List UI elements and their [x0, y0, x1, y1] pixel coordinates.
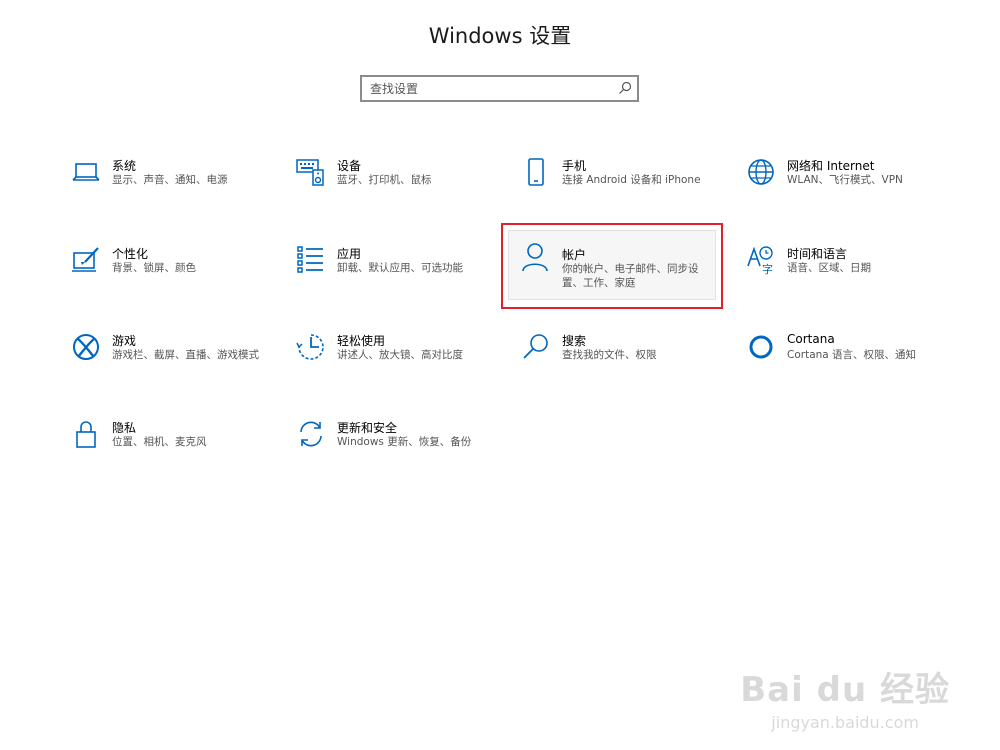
search-input[interactable] — [362, 77, 610, 100]
tile-desc: 连接 Android 设备和 iPhone — [562, 174, 701, 186]
paint-brush-icon — [72, 247, 99, 272]
tile-ease-of-access[interactable]: 轻松使用 讲述人、放大镜、高对比度 — [285, 327, 505, 397]
tile-apps[interactable]: 应用 卸载、默认应用、可选功能 — [285, 240, 505, 310]
tile-name: Cortana — [787, 332, 835, 346]
watermark-url: jingyan.baidu.com — [771, 713, 919, 732]
tile-desc: 讲述人、放大镜、高对比度 — [337, 349, 463, 361]
tile-gaming[interactable]: 游戏 游戏栏、截屏、直播、游戏模式 — [60, 327, 280, 397]
tile-name: 轻松使用 — [337, 334, 386, 348]
tile-name: 个性化 — [112, 247, 149, 261]
tile-update-security[interactable]: 更新和安全 Windows 更新、恢复、备份 — [285, 414, 505, 484]
lock-icon — [76, 421, 96, 448]
tile-name: 游戏 — [112, 334, 137, 348]
search-icon[interactable] — [617, 80, 633, 96]
tile-network[interactable]: 网络和 Internet WLAN、飞行模式、VPN — [735, 152, 955, 222]
tile-name: 时间和语言 — [787, 247, 848, 261]
tile-time-language[interactable]: 字 时间和语言 语音、区域、日期 — [735, 240, 955, 310]
svg-text:字: 字 — [762, 262, 773, 276]
tile-name: 帐户 — [562, 248, 587, 262]
tile-desc: 背景、锁屏、颜色 — [112, 262, 196, 274]
tile-phone[interactable]: 手机 连接 Android 设备和 iPhone — [510, 152, 730, 222]
xbox-icon — [73, 334, 99, 360]
tile-privacy[interactable]: 隐私 位置、相机、麦克风 — [60, 414, 280, 484]
tile-name: 搜索 — [562, 334, 587, 348]
time-language-icon: 字 — [747, 246, 773, 276]
tile-desc: WLAN、飞行模式、VPN — [787, 174, 903, 186]
tile-desc: 卸载、默认应用、可选功能 — [337, 262, 463, 274]
phone-icon — [528, 158, 544, 186]
tile-name: 更新和安全 — [337, 421, 398, 435]
cortana-ring-icon — [749, 335, 773, 359]
watermark: Bai du 经验 jingyan.baidu.com — [740, 662, 950, 732]
tile-desc: 游戏栏、截屏、直播、游戏模式 — [112, 349, 259, 361]
tile-system[interactable]: 系统 显示、声音、通知、电源 — [60, 152, 280, 222]
tile-desc: 蓝牙、打印机、鼠标 — [337, 174, 432, 186]
tile-name: 设备 — [337, 159, 362, 173]
page-title: Windows 设置 — [428, 24, 572, 48]
watermark-logo: Bai du 经验 — [740, 670, 950, 710]
globe-icon — [748, 159, 774, 185]
sync-arrows-icon — [300, 421, 322, 447]
tile-search[interactable]: 搜索 查找我的文件、权限 — [510, 327, 730, 397]
magnifier-icon — [523, 334, 548, 359]
tile-desc: Cortana 语言、权限、通知 — [787, 349, 917, 361]
apps-list-icon — [297, 246, 323, 273]
person-icon — [522, 243, 548, 272]
search-box[interactable] — [360, 75, 639, 102]
tile-accounts[interactable]: 帐户 你的帐户、电子邮件、同步设置、工作、家庭 — [508, 230, 716, 300]
ease-of-access-icon — [296, 334, 324, 360]
tile-desc: 你的帐户、电子邮件、同步设置、工作、家庭 — [562, 263, 699, 289]
tile-name: 手机 — [562, 159, 587, 173]
tile-desc: 显示、声音、通知、电源 — [112, 174, 228, 186]
tile-personalization[interactable]: 个性化 背景、锁屏、颜色 — [60, 240, 280, 310]
tile-cortana[interactable]: Cortana Cortana 语言、权限、通知 — [735, 327, 955, 397]
tile-name: 应用 — [337, 247, 362, 261]
tile-name: 网络和 Internet — [787, 159, 875, 173]
laptop-icon — [72, 163, 100, 181]
tile-name: 系统 — [112, 159, 137, 173]
tile-name: 隐私 — [112, 421, 137, 435]
keyboard-speaker-icon — [296, 159, 324, 186]
tile-devices[interactable]: 设备 蓝牙、打印机、鼠标 — [285, 152, 505, 222]
tile-desc: 查找我的文件、权限 — [562, 349, 657, 361]
tile-desc: 语音、区域、日期 — [787, 262, 871, 274]
tile-desc: Windows 更新、恢复、备份 — [337, 436, 472, 448]
tile-desc: 位置、相机、麦克风 — [112, 436, 207, 448]
